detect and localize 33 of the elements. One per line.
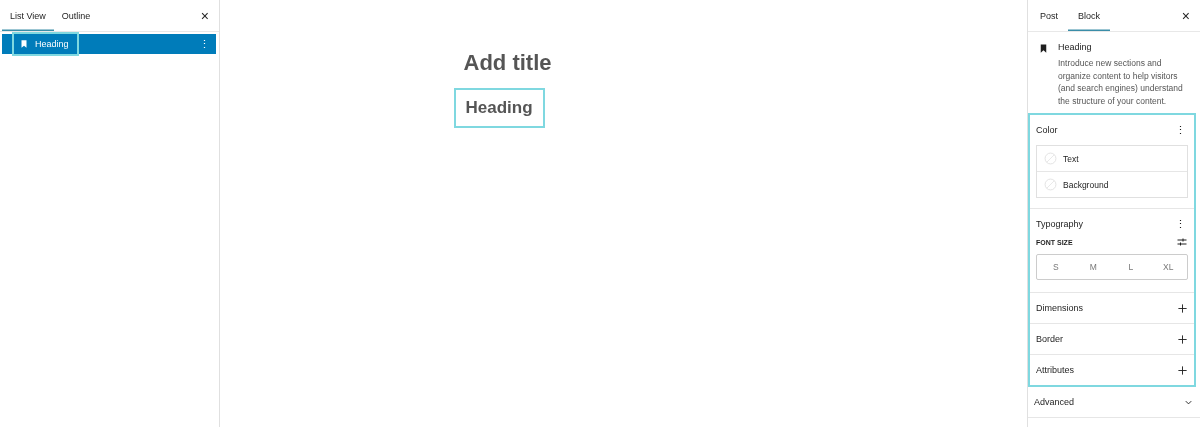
bookmark-icon — [19, 39, 29, 49]
panel-title[interactable]: Advanced — [1034, 397, 1075, 407]
tab[interactable]: Block — [1068, 0, 1111, 31]
options-button[interactable]: ⋮ — [1173, 123, 1188, 137]
panel-title[interactable]: Typography — [1036, 219, 1084, 229]
size-option[interactable]: L — [1112, 255, 1150, 279]
plus-icon — [1177, 364, 1188, 376]
close-button[interactable]: × — [198, 8, 211, 23]
options-button[interactable]: ⋮ — [1173, 217, 1188, 231]
size-option[interactable]: S — [1037, 255, 1075, 279]
tab[interactable]: Outline — [53, 0, 99, 31]
tab[interactable]: Post — [1030, 0, 1068, 31]
plus-icon — [1177, 333, 1188, 345]
size-option[interactable]: XL — [1149, 255, 1187, 279]
heading-block[interactable]: Heading — [453, 88, 545, 128]
post-title[interactable]: Add title — [463, 50, 914, 76]
size-option[interactable]: M — [1074, 255, 1112, 279]
list-item[interactable]: Heading ⋮ — [2, 34, 216, 54]
close-button[interactable]: × — [1179, 8, 1192, 23]
panel-title[interactable]: Attributes — [1036, 365, 1075, 375]
item-label: Heading — [35, 39, 69, 49]
tab[interactable]: List View — [2, 0, 54, 31]
color-option[interactable]: Text — [1037, 146, 1187, 171]
bookmark-icon — [1038, 43, 1049, 54]
plus-icon — [1177, 302, 1188, 314]
panel-title[interactable]: Border — [1036, 334, 1063, 344]
block-description: Introduce new sections and organize content to help visitors (and search engines) understand the structure of your content. — [1058, 57, 1184, 107]
panel-title[interactable]: Dimensions — [1036, 303, 1084, 313]
block-title: Heading — [1058, 42, 1093, 52]
color-option[interactable]: Background — [1037, 171, 1187, 197]
panel-title[interactable]: Color — [1036, 125, 1058, 135]
options-button[interactable]: ⋮ — [197, 37, 212, 51]
sliders-icon — [1176, 236, 1188, 248]
